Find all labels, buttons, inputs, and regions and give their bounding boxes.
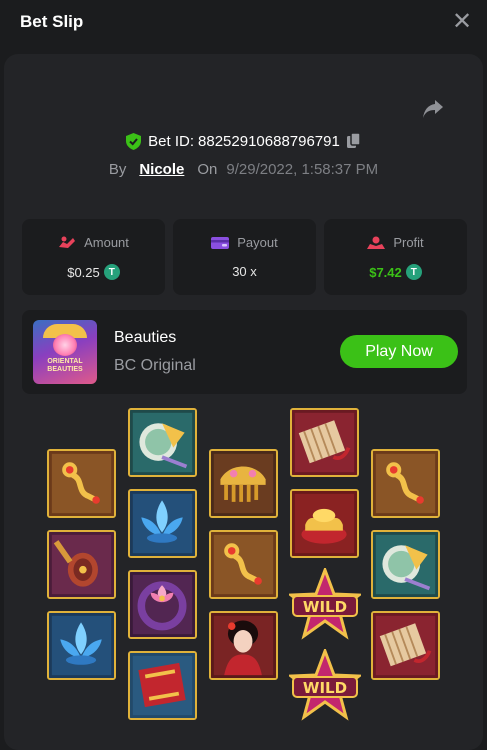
- amount-value: $0.25: [67, 264, 100, 280]
- copy-icon[interactable]: [346, 133, 361, 149]
- profit-card: Profit $7.42 T: [324, 219, 467, 295]
- symbol-gold-ingots: [290, 489, 359, 558]
- bet-date: 9/29/2022, 1:58:37 PM: [226, 160, 379, 178]
- game-thumbnail-text: ORIENTAL BEAUTIES: [47, 358, 83, 373]
- symbol-golden-hairpin: [47, 449, 116, 518]
- symbol-wild: WILD: [289, 568, 361, 640]
- dialog-title: Bet Slip: [20, 12, 84, 31]
- play-now-button[interactable]: Play Now: [340, 335, 458, 368]
- symbol-blue-lotus: [47, 611, 116, 680]
- close-icon[interactable]: ✕: [450, 10, 474, 34]
- payout-card: Payout 30 x: [173, 219, 316, 295]
- profit-value: $7.42: [369, 264, 402, 280]
- symbol-golden-hairpin: [209, 530, 278, 599]
- amount-label: Amount: [84, 235, 129, 250]
- symbol-wild: WILD: [289, 649, 361, 721]
- amount-card: Amount $0.25 T: [22, 219, 165, 295]
- bet-id-row: Bet ID: 88252910688796791: [0, 131, 487, 151]
- on-label: On: [197, 160, 218, 178]
- symbol-jade-fan: [371, 530, 440, 599]
- payout-label: Payout: [237, 235, 278, 250]
- symbol-golden-hairpin: [371, 449, 440, 518]
- shield-check-icon: [126, 132, 142, 150]
- symbol-bamboo-scroll: [290, 408, 359, 477]
- bet-meta-row: By Nicole On 9/29/2022, 1:58:37 PM: [0, 159, 487, 179]
- bet-slip-header: Bet Slip ✕: [0, 0, 487, 44]
- symbol-blue-lotus: [128, 489, 197, 558]
- share-icon[interactable]: [422, 99, 444, 119]
- symbol-bamboo-scroll: [371, 611, 440, 680]
- game-provider: BC Original: [114, 357, 196, 374]
- symbol-lotus-bracelet: [128, 570, 197, 639]
- symbol-beauty-lady: [209, 611, 278, 680]
- game-card: ORIENTAL BEAUTIES Beauties BC Original P…: [22, 310, 467, 394]
- game-name: Beauties: [114, 329, 177, 346]
- payout-icon: [211, 236, 230, 249]
- symbol-jade-fan: [128, 408, 197, 477]
- bet-id-value: 88252910688796791: [198, 132, 340, 150]
- profit-label: Profit: [393, 235, 424, 250]
- svg-text:WILD: WILD: [303, 679, 347, 697]
- by-label: By: [108, 160, 127, 178]
- symbol-golden-comb: [209, 449, 278, 518]
- tether-coin-icon: T: [103, 264, 120, 280]
- svg-text:WILD: WILD: [303, 598, 347, 616]
- symbol-red-scroll: [128, 651, 197, 720]
- user-link[interactable]: Nicole: [139, 161, 184, 178]
- payout-value: 30 x: [232, 264, 257, 279]
- amount-icon: [59, 236, 76, 248]
- symbol-lute: [47, 530, 116, 599]
- tether-coin-icon: T: [405, 264, 422, 280]
- profit-icon: [367, 236, 386, 249]
- game-thumbnail[interactable]: ORIENTAL BEAUTIES: [33, 320, 97, 384]
- bet-id-label: Bet ID:: [148, 132, 195, 150]
